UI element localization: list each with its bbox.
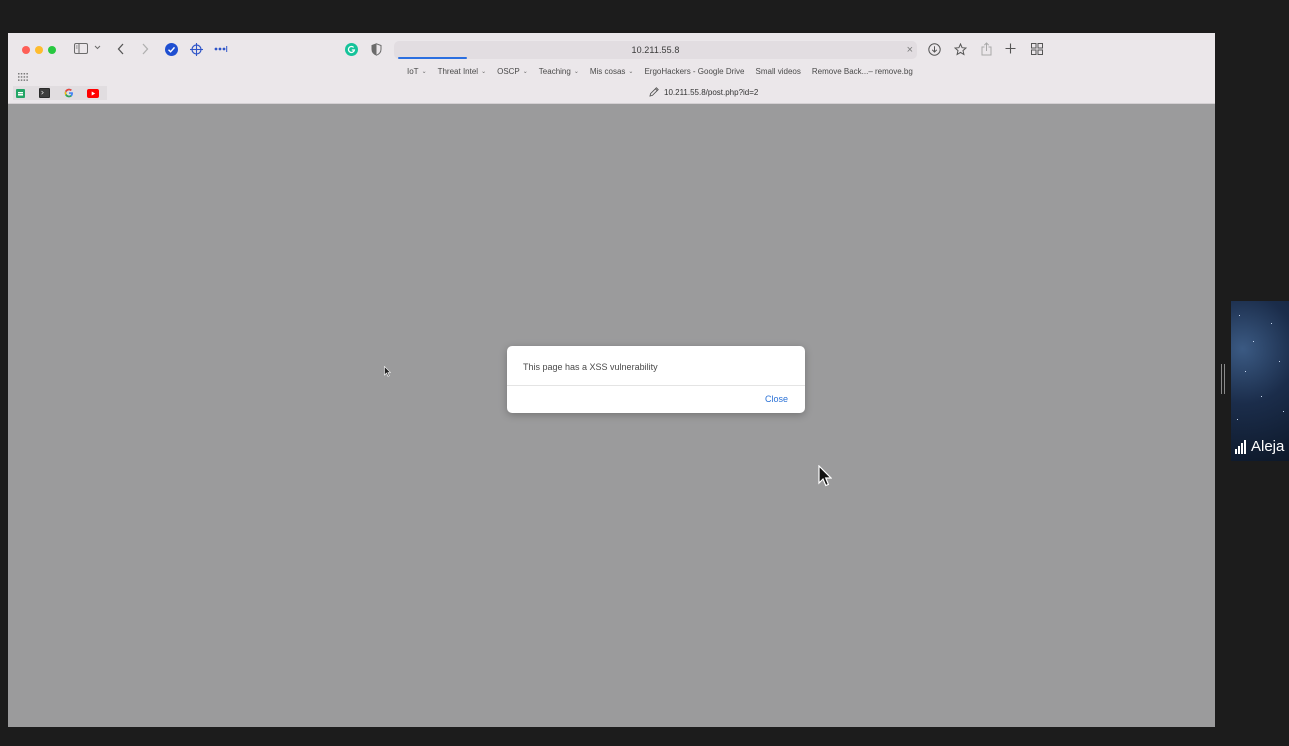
screen: 10.211.55.8 × IoT ⌄ Threat Intel ⌄ OSCP … xyxy=(0,0,1289,746)
pinned-tab-terminal[interactable] xyxy=(38,88,51,99)
bookmark-folder-threat-intel[interactable]: Threat Intel ⌄ xyxy=(438,67,487,76)
url-text: 10.211.55.8 xyxy=(631,45,680,55)
bookmark-small-videos[interactable]: Small videos xyxy=(756,67,801,76)
pinned-tabs xyxy=(13,86,107,100)
browser-chrome: 10.211.55.8 × IoT ⌄ Threat Intel ⌄ OSCP … xyxy=(8,33,1215,104)
page-load-progress xyxy=(398,57,467,59)
new-tab-button[interactable] xyxy=(1005,43,1016,54)
mouse-cursor-icon xyxy=(384,366,391,377)
tab-title: 10.211.55.8/post.php?id=2 xyxy=(664,87,759,97)
pinned-tab-sheets[interactable] xyxy=(14,88,27,99)
network-extension-button[interactable] xyxy=(190,43,203,56)
zoom-window-button[interactable] xyxy=(48,46,56,54)
mouse-pointer-icon xyxy=(818,465,832,487)
edit-pencil-icon xyxy=(649,87,659,97)
minimize-window-button[interactable] xyxy=(35,46,43,54)
bookmark-folder-iot[interactable]: IoT ⌄ xyxy=(407,67,427,76)
signal-strength-icon xyxy=(1235,440,1246,454)
chevron-left-icon xyxy=(117,43,124,55)
grid-icon xyxy=(1031,43,1043,55)
close-window-button[interactable] xyxy=(22,46,30,54)
chevron-down-icon[interactable] xyxy=(94,45,101,50)
pinned-tab-youtube[interactable] xyxy=(86,88,99,99)
more-extensions-button[interactable] xyxy=(214,45,228,53)
ellipsis-icon xyxy=(214,46,228,52)
crosshair-icon xyxy=(190,43,203,56)
active-tab[interactable]: 10.211.55.8/post.php?id=2 xyxy=(648,86,758,98)
grammarly-button[interactable] xyxy=(345,43,358,56)
panel-resize-handle[interactable] xyxy=(1221,364,1225,394)
chevron-down-icon: ⌄ xyxy=(628,69,634,75)
grammarly-icon xyxy=(345,43,358,56)
checkmark-extension-button[interactable] xyxy=(165,43,178,56)
share-icon xyxy=(981,42,992,56)
chevron-down-icon: ⌄ xyxy=(522,69,528,75)
forward-button[interactable] xyxy=(141,43,149,55)
chevron-right-icon xyxy=(142,43,149,55)
terminal-icon xyxy=(39,88,50,98)
plus-icon xyxy=(1005,43,1016,54)
sidebar-icon xyxy=(74,43,88,54)
address-bar[interactable]: 10.211.55.8 × xyxy=(394,41,917,59)
bookmark-ergohackers[interactable]: ErgoHackers - Google Drive xyxy=(644,67,744,76)
dialog-divider xyxy=(507,385,805,386)
download-icon xyxy=(928,43,941,56)
tab-overview-button[interactable] xyxy=(1031,43,1043,55)
alert-message: This page has a XSS vulnerability xyxy=(523,362,658,372)
close-button[interactable]: Close xyxy=(765,394,788,404)
downloads-button[interactable] xyxy=(928,43,941,56)
bookmark-remove-bg[interactable]: Remove Back...– remove.bg xyxy=(812,67,913,76)
bookmarks-bar: IoT ⌄ Threat Intel ⌄ OSCP ⌄ Teaching ⌄ Mis c… xyxy=(8,65,1215,81)
participant-video-tile[interactable]: Aleja xyxy=(1231,301,1289,461)
bookmark-list: IoT ⌄ Threat Intel ⌄ OSCP ⌄ Teaching ⌄ Mis c… xyxy=(407,67,913,76)
back-button[interactable] xyxy=(117,43,125,55)
star-icon xyxy=(954,43,967,56)
privacy-report-button[interactable] xyxy=(371,43,382,56)
google-icon xyxy=(64,88,73,98)
apps-grid-icon xyxy=(18,73,28,81)
bookmark-folder-oscp[interactable]: OSCP ⌄ xyxy=(497,67,528,76)
participant-label: Aleja xyxy=(1235,439,1284,454)
shield-icon xyxy=(371,43,382,56)
chevron-down-icon: ⌄ xyxy=(573,69,579,75)
alert-dialog: This page has a XSS vulnerability Close xyxy=(507,346,805,413)
share-button[interactable] xyxy=(981,42,992,56)
browser-window: 10.211.55.8 × IoT ⌄ Threat Intel ⌄ OSCP … xyxy=(8,33,1215,727)
participant-name: Aleja xyxy=(1251,438,1285,455)
bookmark-button[interactable] xyxy=(954,43,967,56)
pinned-tab-google[interactable] xyxy=(62,88,75,99)
youtube-icon xyxy=(86,88,99,98)
sidebar-toggle-button[interactable] xyxy=(74,43,88,54)
chevron-down-icon: ⌄ xyxy=(421,69,427,75)
stop-loading-icon[interactable]: × xyxy=(907,44,913,56)
page-content-overlay xyxy=(8,104,1215,727)
tab-bar: 10.211.55.8/post.php?id=2 xyxy=(8,84,1215,103)
checkmark-badge-icon xyxy=(165,43,178,56)
bookmark-folder-mis-cosas[interactable]: Mis cosas ⌄ xyxy=(590,67,634,76)
sheets-icon xyxy=(16,88,25,98)
bookmark-folder-teaching[interactable]: Teaching ⌄ xyxy=(539,67,579,76)
chevron-down-icon: ⌄ xyxy=(481,69,487,75)
